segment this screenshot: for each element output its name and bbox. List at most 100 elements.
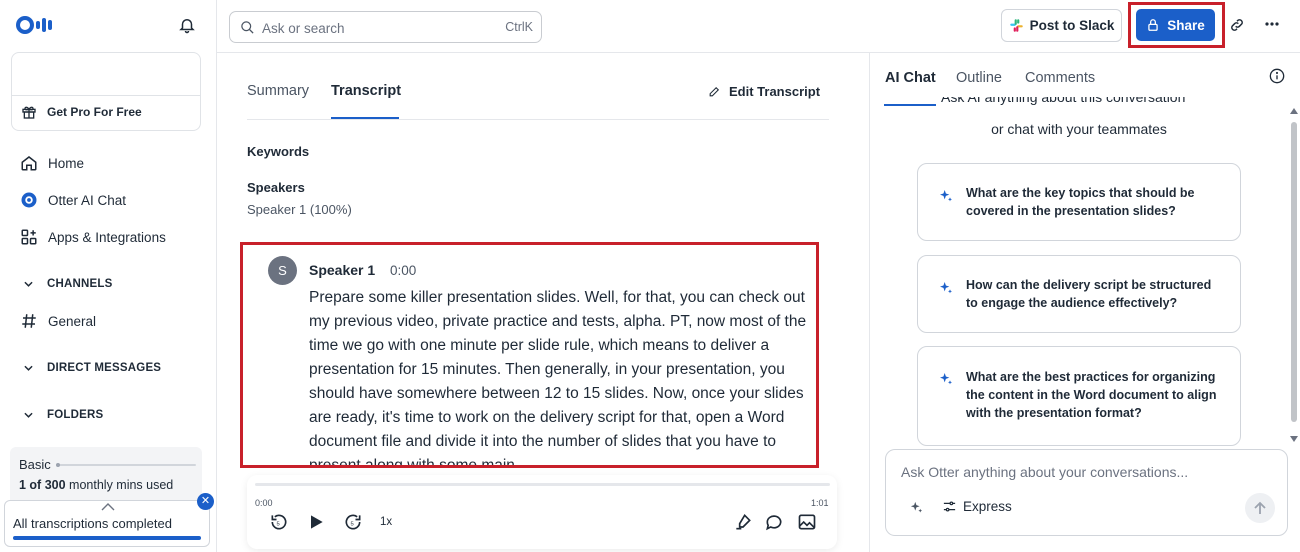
keywords-heading: Keywords (247, 144, 310, 159)
transcription-toast[interactable]: All transcriptions completed (4, 500, 210, 547)
sparkle-icon[interactable] (909, 500, 924, 515)
rewind-icon[interactable]: 5 (269, 512, 289, 532)
channels-section-toggle[interactable]: CHANNELS (24, 278, 113, 290)
gift-icon (22, 106, 36, 119)
image-icon[interactable] (797, 512, 817, 532)
apps-icon (21, 229, 37, 245)
channel-general[interactable]: General (20, 312, 96, 330)
lock-icon (1148, 19, 1158, 31)
info-icon[interactable] (1269, 68, 1285, 84)
nav-apps-integrations-label: Apps & Integrations (48, 229, 166, 245)
forward-icon[interactable]: 5 (343, 512, 363, 532)
chevron-down-icon (24, 365, 33, 371)
suggestion-text: What are the key topics that should be c… (966, 186, 1195, 218)
sparkle-icon (940, 190, 952, 202)
svg-text:5: 5 (277, 521, 280, 527)
logo-circle (16, 16, 34, 34)
usage-meter-dot (56, 463, 60, 467)
play-icon[interactable] (306, 512, 326, 532)
post-to-slack-label: Post to Slack (1029, 18, 1115, 33)
pencil-icon (709, 86, 720, 97)
edit-transcript-button[interactable]: Edit Transcript (708, 84, 820, 99)
ask-otter-box[interactable]: Express (885, 449, 1288, 536)
link-icon[interactable] (1229, 17, 1245, 33)
nav-apps-integrations[interactable]: Apps & Integrations (20, 228, 166, 246)
suggestion-card[interactable]: What are the best practices for organizi… (917, 346, 1241, 446)
tab-summary[interactable]: Summary (247, 83, 309, 99)
search-shortcut: CtrlK (505, 20, 533, 34)
highlight-marker-icon[interactable] (733, 512, 753, 532)
toast-text: All transcriptions completed (13, 516, 172, 531)
chevron-down-icon (24, 281, 33, 287)
more-options-icon[interactable] (1265, 22, 1279, 26)
transcript-text[interactable]: Prepare some killer presentation slides.… (309, 286, 809, 465)
ask-otter-input[interactable] (901, 462, 1261, 482)
channel-general-label: General (48, 313, 97, 329)
scrollbar-thumb[interactable] (1291, 122, 1297, 422)
post-to-slack-button[interactable]: Post to Slack (1001, 9, 1122, 42)
express-mode-button[interactable]: Express (942, 499, 1012, 514)
close-icon[interactable]: ✕ (197, 493, 214, 510)
svg-text:5: 5 (351, 521, 354, 527)
segment-timestamp[interactable]: 0:00 (390, 263, 416, 278)
tab-outline[interactable]: Outline (956, 70, 1002, 86)
tab-ai-chat[interactable]: AI Chat (885, 70, 936, 86)
playback-speed[interactable]: 1x (380, 516, 392, 528)
tab-transcript[interactable]: Transcript (331, 83, 401, 99)
transcript-segment[interactable]: S Speaker 1 0:00 Prepare some killer pre… (240, 242, 819, 468)
get-pro-label: Get Pro For Free (47, 105, 142, 119)
slack-icon (1009, 19, 1023, 32)
share-label: Share (1167, 17, 1205, 33)
send-button[interactable] (1245, 493, 1275, 523)
chat-heading-text: Ask AI anything about this conversation (941, 97, 1186, 105)
search-bar[interactable]: CtrlK (229, 11, 542, 43)
ai-chat-panel: AI Chat Outline Comments Ask AI anything… (869, 53, 1300, 552)
chat-heading: Ask AI anything about this conversation (941, 97, 1185, 107)
comment-icon[interactable] (764, 512, 784, 532)
chat-scrollbar[interactable] (1289, 108, 1299, 448)
sidebar: Get Pro For Free Home Otter AI Chat Apps… (0, 0, 217, 552)
tab-comments[interactable]: Comments (1025, 70, 1095, 86)
tabs-divider (247, 119, 829, 120)
suggestion-card[interactable]: How can the delivery script be structure… (917, 255, 1241, 333)
chevron-down-icon (24, 412, 33, 418)
bell-icon[interactable] (178, 16, 196, 34)
express-label: Express (963, 499, 1012, 514)
logo-bar (36, 21, 40, 29)
home-icon (21, 156, 37, 171)
folders-section-toggle[interactable]: FOLDERS (24, 409, 103, 421)
logo-bar (42, 18, 46, 32)
scroll-down-arrow[interactable] (1290, 436, 1298, 442)
plan-name: Basic (19, 457, 51, 472)
scroll-up-arrow[interactable] (1290, 108, 1298, 114)
speaker-name[interactable]: Speaker 1 (309, 262, 375, 278)
share-button[interactable]: Share (1136, 9, 1215, 41)
duration: 1:01 (811, 498, 829, 508)
usage-count: 1 of 300 (19, 478, 66, 492)
direct-messages-section-toggle[interactable]: DIRECT MESSAGES (24, 362, 161, 374)
otter-logo[interactable] (16, 16, 52, 34)
sliders-icon (943, 501, 956, 512)
otter-chat-icon (21, 192, 37, 208)
search-icon (241, 21, 254, 34)
sparkle-icon (940, 282, 952, 294)
sparkle-icon (940, 373, 952, 385)
suggestion-text: What are the best practices for organizi… (966, 370, 1217, 420)
nav-otter-ai-chat-label: Otter AI Chat (48, 192, 127, 208)
current-time: 0:00 (255, 498, 273, 508)
usage-suffix: monthly mins used (69, 478, 174, 492)
nav-otter-ai-chat[interactable]: Otter AI Chat (20, 191, 126, 209)
avatar: S (268, 256, 297, 285)
active-tab-indicator (884, 104, 936, 106)
hashtag-icon (22, 314, 36, 328)
nav-home[interactable]: Home (20, 154, 84, 172)
suggestion-text: How can the delivery script be structure… (966, 278, 1212, 310)
suggestion-card[interactable]: What are the key topics that should be c… (917, 163, 1241, 241)
folders-label: FOLDERS (47, 409, 104, 421)
playback-progress[interactable] (255, 483, 830, 486)
speaker-summary: Speaker 1 (100%) (247, 202, 352, 217)
edit-transcript-label: Edit Transcript (729, 84, 821, 99)
chevron-up-icon[interactable] (101, 503, 115, 511)
get-pro-link[interactable]: Get Pro For Free (21, 104, 142, 120)
search-input[interactable] (262, 18, 482, 38)
